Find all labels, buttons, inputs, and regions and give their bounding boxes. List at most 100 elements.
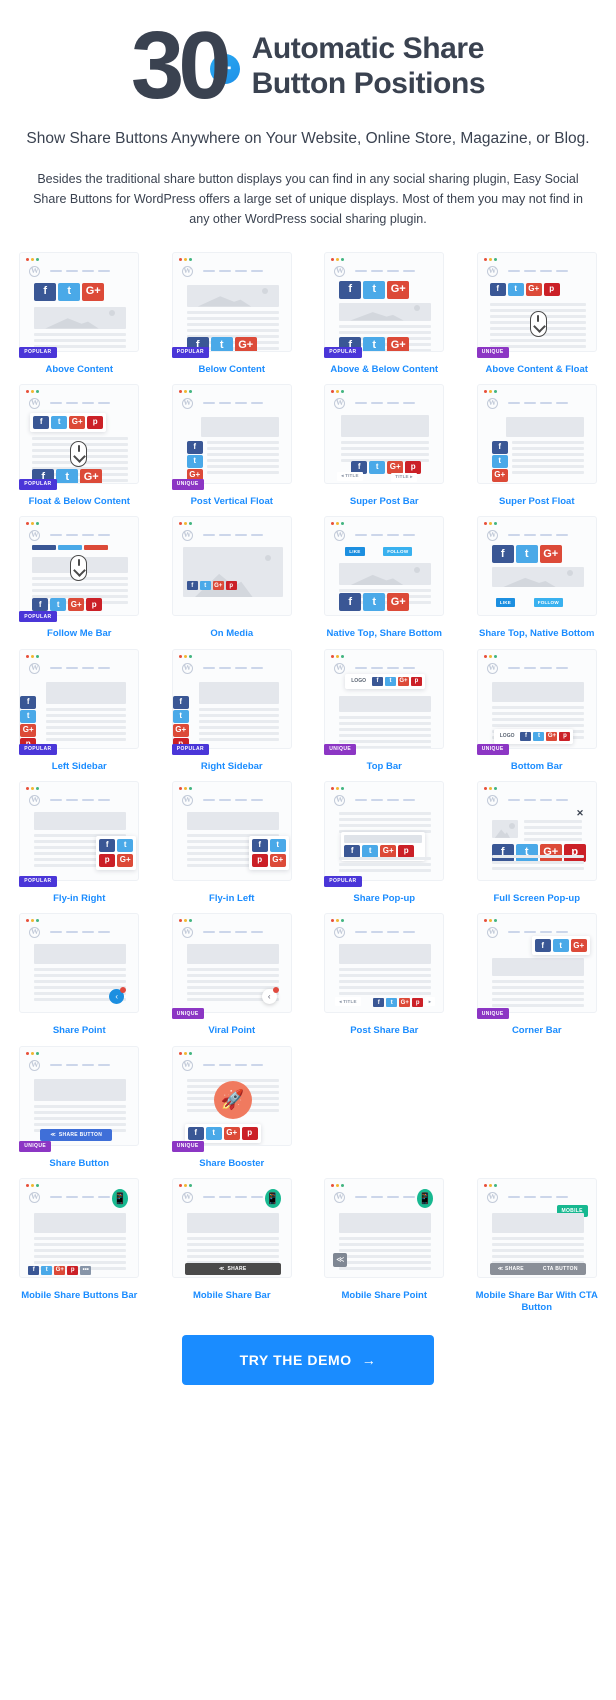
booster-panel[interactable]: f t G+ p: [184, 1123, 261, 1143]
twitter-icon[interactable]: t: [369, 460, 386, 474]
share-buttons-row[interactable]: f t G+ p: [371, 676, 422, 686]
share-buttons-column[interactable]: ftG+p: [172, 695, 189, 748]
share-buttons-row[interactable]: f t G+: [491, 545, 562, 564]
pinterest-icon[interactable]: p: [412, 998, 424, 1008]
share-buttons-row[interactable]: ft: [251, 838, 286, 852]
share-buttons-row[interactable]: f t G+ p: [373, 998, 424, 1008]
googleplus-icon[interactable]: G+: [68, 598, 85, 612]
twitter-icon[interactable]: t: [269, 838, 286, 852]
googleplus-icon[interactable]: G+: [82, 282, 105, 301]
share-buttons-row[interactable]: f t G+ p: [186, 581, 237, 591]
facebook-icon[interactable]: f: [534, 939, 551, 953]
pinterest-icon[interactable]: p: [251, 853, 268, 867]
twitter-icon[interactable]: t: [363, 280, 386, 299]
position-card-mobile-share-point[interactable]: W 📱 ≪ Mobile Share Point: [313, 1177, 456, 1315]
share-point-icon[interactable]: ‹: [109, 987, 127, 1005]
mobile-share-point-icon[interactable]: ≪: [333, 1252, 348, 1267]
facebook-icon[interactable]: f: [520, 731, 532, 741]
position-card-follow-me-bar[interactable]: W f t G+ p POPULAR Follow Me Bar: [8, 516, 151, 640]
title-pill-right[interactable]: TITLE ▸: [391, 472, 417, 482]
facebook-icon[interactable]: f: [186, 440, 203, 454]
position-card-share-pop-up[interactable]: W f t G+ p POPULAR Share Pop-up: [313, 780, 456, 905]
position-card-share-point[interactable]: W ‹ Share Point: [8, 913, 151, 1037]
position-card-share-button[interactable]: W ≪ SHARE BUTTON UNIQUE Share Button: [8, 1045, 151, 1170]
facebook-icon[interactable]: f: [32, 598, 49, 612]
facebook-icon[interactable]: f: [34, 282, 57, 301]
facebook-icon[interactable]: f: [491, 545, 514, 564]
facebook-icon[interactable]: f: [489, 282, 506, 296]
corner-bar-panel[interactable]: f t G+: [531, 936, 590, 956]
position-card-mobile-share-bar[interactable]: W 📱 ≪ SHARE Mobile Share Bar: [161, 1177, 304, 1315]
twitter-icon[interactable]: t: [117, 838, 134, 852]
mobile-cta-bar[interactable]: ≪ SHARE CTA BUTTON: [489, 1262, 586, 1275]
position-card-float-below-content[interactable]: W f t G+ p f t G+ POPULAR Float & Below Conten…: [8, 383, 151, 508]
viral-point-icon[interactable]: ‹: [261, 987, 279, 1005]
googleplus-icon[interactable]: G+: [172, 723, 189, 737]
share-buttons-column[interactable]: ftG+p: [186, 440, 203, 483]
twitter-icon[interactable]: t: [186, 454, 203, 468]
like-pill[interactable]: LIKE: [345, 547, 365, 557]
follow-pill[interactable]: FOLLOW: [533, 598, 563, 608]
position-card-right-sidebar[interactable]: W ftG+p POPULAR Right Sidebar: [161, 648, 304, 773]
twitter-icon[interactable]: t: [210, 336, 233, 351]
facebook-icon[interactable]: f: [187, 1126, 204, 1140]
googleplus-icon[interactable]: G+: [54, 1265, 66, 1275]
share-buttons-row[interactable]: f t G+ p •••: [28, 1265, 92, 1275]
googleplus-icon[interactable]: G+: [80, 468, 103, 483]
googleplus-icon[interactable]: G+: [20, 723, 37, 737]
googleplus-icon[interactable]: G+: [269, 853, 286, 867]
position-card-mobile-share-buttons-bar[interactable]: W 📱 f t G+ p ••• Mobile Share Buttons Bar: [8, 1177, 151, 1315]
position-card-top-bar[interactable]: W LOGO f t G+ p UNIQUE Top Bar: [313, 648, 456, 773]
facebook-icon[interactable]: f: [33, 415, 50, 429]
pinterest-icon[interactable]: p: [99, 853, 116, 867]
facebook-icon[interactable]: f: [491, 440, 508, 454]
share-buttons-row[interactable]: f t G+ p: [32, 598, 103, 612]
close-icon[interactable]: ✕: [576, 808, 584, 819]
facebook-icon[interactable]: f: [28, 1265, 40, 1275]
pinterest-icon[interactable]: p: [241, 1126, 258, 1140]
share-buttons-row[interactable]: p G+: [99, 853, 134, 867]
pinterest-icon[interactable]: p: [559, 731, 571, 741]
position-card-above-content[interactable]: W f t G+ POPULAR Above Content: [8, 251, 151, 376]
twitter-icon[interactable]: t: [50, 598, 67, 612]
googleplus-icon[interactable]: G+: [212, 581, 224, 591]
facebook-icon[interactable]: f: [371, 676, 383, 686]
pinterest-icon[interactable]: p: [225, 581, 237, 591]
twitter-icon[interactable]: t: [386, 998, 398, 1008]
share-buttons-row[interactable]: ft: [99, 838, 134, 852]
twitter-icon[interactable]: t: [363, 593, 386, 612]
position-card-mobile-share-bar-with-cta-button[interactable]: W MOBILE ≪ SHARE CTA BUTTON Mobile Share B…: [466, 1177, 609, 1315]
pinterest-icon[interactable]: p: [492, 483, 508, 484]
twitter-icon[interactable]: t: [56, 468, 79, 483]
googleplus-icon[interactable]: G+: [387, 336, 410, 351]
flyin-panel[interactable]: f t p G+: [248, 835, 289, 870]
twitter-icon[interactable]: t: [199, 581, 211, 591]
position-card-full-screen-pop-up[interactable]: W ✕ f t G+ p Full Screen Pop-up: [466, 780, 609, 905]
try-the-demo-button[interactable]: TRY THE DEMO →: [182, 1334, 434, 1385]
position-card-native-top-share-bottom[interactable]: W LIKE FOLLOW f t G+ Native Top, Share Botto…: [313, 516, 456, 640]
position-card-super-post-float[interactable]: W ftG+p Super Post Float: [466, 383, 609, 508]
googleplus-icon[interactable]: G+: [546, 731, 558, 741]
position-card-on-media[interactable]: W f t G+ p On Media: [161, 516, 304, 640]
pinterest-icon[interactable]: p: [87, 415, 104, 429]
title-pill-right[interactable]: ▸: [424, 997, 436, 1007]
pinterest-icon[interactable]: p: [405, 460, 422, 474]
googleplus-icon[interactable]: G+: [525, 282, 542, 296]
pinterest-icon[interactable]: p: [543, 282, 560, 296]
share-buttons-row[interactable]: f t G+: [339, 280, 410, 299]
facebook-icon[interactable]: f: [172, 695, 189, 709]
twitter-icon[interactable]: t: [515, 545, 538, 564]
position-card-fly-in-left[interactable]: W f t p G+ Fly-in Left: [161, 780, 304, 905]
share-button[interactable]: ≪ SHARE BUTTON: [40, 1128, 113, 1141]
pinterest-icon[interactable]: p: [410, 676, 422, 686]
googleplus-icon[interactable]: G+: [223, 1126, 240, 1140]
position-card-share-booster[interactable]: W 🚀 f t G+ p UNIQUE Share Booster: [161, 1045, 304, 1170]
twitter-icon[interactable]: t: [41, 1265, 53, 1275]
facebook-icon[interactable]: f: [99, 838, 116, 852]
twitter-icon[interactable]: t: [205, 1126, 222, 1140]
share-buttons-column[interactable]: ftG+p: [20, 695, 37, 748]
googleplus-icon[interactable]: G+: [387, 280, 410, 299]
position-card-share-top-native-bottom[interactable]: W f t G+ LIKE FOLLOW Share Top, Native Botto…: [466, 516, 609, 640]
facebook-icon[interactable]: f: [339, 280, 362, 299]
share-buttons-row[interactable]: f t G+: [34, 282, 105, 301]
